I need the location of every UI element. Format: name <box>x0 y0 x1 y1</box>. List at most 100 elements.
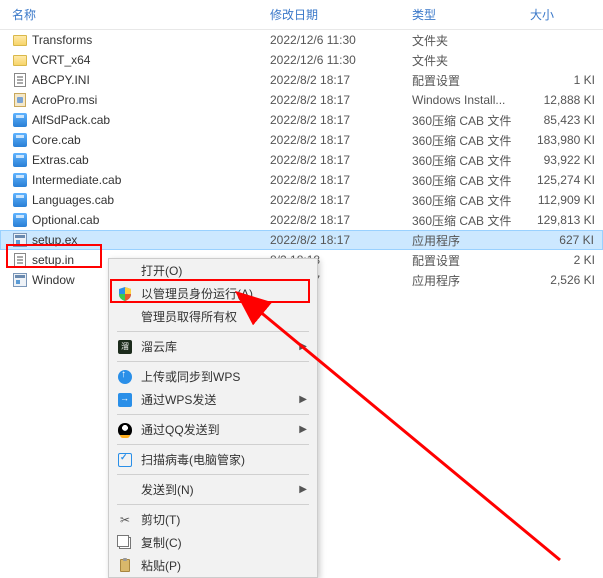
menu-run-as-admin[interactable]: 以管理员身份运行(A) <box>109 282 317 305</box>
liuyun-icon: 溜 <box>117 339 133 355</box>
file-size: 129,813 KI <box>530 213 603 227</box>
menu-paste[interactable]: 粘贴(P) <box>109 554 317 577</box>
header-type[interactable]: 类型 <box>412 6 530 23</box>
file-name: Extras.cab <box>32 153 89 167</box>
file-row[interactable]: Languages.cab 2022/8/2 18:17360压缩 CAB 文件1… <box>0 190 603 210</box>
menu-open-label: 打开(O) <box>141 262 307 279</box>
menu-qqsend-label: 通过QQ发送到 <box>141 421 291 438</box>
menu-admin-take[interactable]: 管理员取得所有权 <box>109 305 317 328</box>
file-name: setup.ex <box>32 233 77 247</box>
header-name[interactable]: 名称 <box>12 6 270 23</box>
file-size: 2 KI <box>530 253 603 267</box>
cab-icon <box>12 152 28 168</box>
folder-icon <box>12 32 28 48</box>
file-size: 2,526 KI <box>530 273 603 287</box>
header-date[interactable]: 修改日期 <box>270 6 412 23</box>
chevron-right-icon: ▶ <box>299 484 307 495</box>
cab-icon <box>12 172 28 188</box>
chevron-right-icon: ▶ <box>299 394 307 405</box>
menu-copy[interactable]: 复制(C) <box>109 531 317 554</box>
menu-cut-label: 剪切(T) <box>141 511 307 528</box>
file-name: Languages.cab <box>32 193 114 207</box>
file-size: 125,274 KI <box>530 173 603 187</box>
file-type: 配置设置 <box>412 72 530 89</box>
menu-open[interactable]: 打开(O) <box>109 259 317 282</box>
menu-separator <box>117 504 309 505</box>
exe-icon <box>12 232 28 248</box>
menu-separator <box>117 331 309 332</box>
file-name: Core.cab <box>32 133 81 147</box>
menu-liuyun-label: 溜云库 <box>141 338 291 355</box>
file-name: Optional.cab <box>32 213 99 227</box>
file-row[interactable]: AlfSdPack.cab2022/8/2 18:17360压缩 CAB 文件8… <box>0 110 603 130</box>
cab-icon <box>12 212 28 228</box>
column-header-row: 名称 修改日期 类型 大小 <box>0 0 603 30</box>
file-type: 360压缩 CAB 文件 <box>412 112 530 129</box>
cab-icon <box>12 112 28 128</box>
file-name: ABCPY.INI <box>32 73 90 87</box>
file-type: 360压缩 CAB 文件 <box>412 172 530 189</box>
menu-send-to[interactable]: 发送到(N) ▶ <box>109 478 317 501</box>
file-size: 12,888 KI <box>530 93 603 107</box>
file-row[interactable]: Optional.cab2022/8/2 18:17360压缩 CAB 文件12… <box>0 210 603 230</box>
file-type: 应用程序 <box>412 272 530 289</box>
menu-scan-virus[interactable]: 扫描病毒(电脑管家) <box>109 448 317 471</box>
copy-icon <box>117 535 133 551</box>
file-date: 2022/8/2 18:17 <box>270 113 412 127</box>
file-size: 1 KI <box>530 73 603 87</box>
file-date: 2022/8/2 18:17 <box>270 193 412 207</box>
menu-cut[interactable]: 剪切(T) <box>109 508 317 531</box>
menu-runas-label: 以管理员身份运行(A) <box>141 285 307 302</box>
menu-liuyun[interactable]: 溜 溜云库 ▶ <box>109 335 317 358</box>
exe-icon <box>12 272 28 288</box>
menu-separator <box>117 474 309 475</box>
msi-icon <box>12 92 28 108</box>
file-type: Windows Install... <box>412 93 530 107</box>
file-type: 360压缩 CAB 文件 <box>412 192 530 209</box>
menu-wps-send[interactable]: 通过WPS发送 ▶ <box>109 388 317 411</box>
chevron-right-icon: ▶ <box>299 424 307 435</box>
paste-icon <box>117 558 133 574</box>
file-size: 183,980 KI <box>530 133 603 147</box>
wps-upload-icon <box>117 369 133 385</box>
file-date: 2022/8/2 18:17 <box>270 173 412 187</box>
file-date: 2022/8/2 18:17 <box>270 233 412 247</box>
qq-icon <box>117 422 133 438</box>
scan-icon <box>117 452 133 468</box>
file-size: 85,423 KI <box>530 113 603 127</box>
header-size[interactable]: 大小 <box>530 6 603 23</box>
file-name: Window <box>32 273 75 287</box>
menu-qq-send[interactable]: 通过QQ发送到 ▶ <box>109 418 317 441</box>
file-row[interactable]: ABCPY.INI2022/8/2 18:17配置设置1 KI <box>0 70 603 90</box>
file-row[interactable]: VCRT_x642022/12/6 11:30文件夹 <box>0 50 603 70</box>
file-row[interactable]: Transforms2022/12/6 11:30文件夹 <box>0 30 603 50</box>
file-row[interactable]: setup.ex2022/8/2 18:17应用程序627 KI <box>0 230 603 250</box>
blank-icon <box>117 309 133 325</box>
menu-scan-label: 扫描病毒(电脑管家) <box>141 451 307 468</box>
file-row[interactable]: AcroPro.msi2022/8/2 18:17Windows Install… <box>0 90 603 110</box>
file-name: Transforms <box>32 33 92 47</box>
ini-icon <box>12 72 28 88</box>
file-row[interactable]: Intermediate.cab2022/8/2 18:17360压缩 CAB … <box>0 170 603 190</box>
ini-icon <box>12 252 28 268</box>
chevron-right-icon: ▶ <box>299 341 307 352</box>
file-size: 93,922 KI <box>530 153 603 167</box>
menu-wps-upload[interactable]: 上传或同步到WPS <box>109 365 317 388</box>
file-type: 应用程序 <box>412 232 530 249</box>
file-name: VCRT_x64 <box>32 53 90 67</box>
file-name: setup.in <box>32 253 74 267</box>
file-type: 360压缩 CAB 文件 <box>412 152 530 169</box>
file-row[interactable]: Extras.cab 2022/8/2 18:17360压缩 CAB 文件93,9… <box>0 150 603 170</box>
file-date: 2022/8/2 18:17 <box>270 153 412 167</box>
file-date: 2022/8/2 18:17 <box>270 133 412 147</box>
cab-icon <box>12 192 28 208</box>
file-row[interactable]: Core.cab2022/8/2 18:17360压缩 CAB 文件183,98… <box>0 130 603 150</box>
file-size: 112,909 KI <box>530 193 603 207</box>
file-list: Transforms2022/12/6 11:30文件夹VCRT_x642022… <box>0 30 603 290</box>
menu-wpsupload-label: 上传或同步到WPS <box>141 368 307 385</box>
file-date: 2022/8/2 18:17 <box>270 213 412 227</box>
wps-send-icon <box>117 392 133 408</box>
scissors-icon <box>117 512 133 528</box>
menu-separator <box>117 444 309 445</box>
folder-icon <box>12 52 28 68</box>
